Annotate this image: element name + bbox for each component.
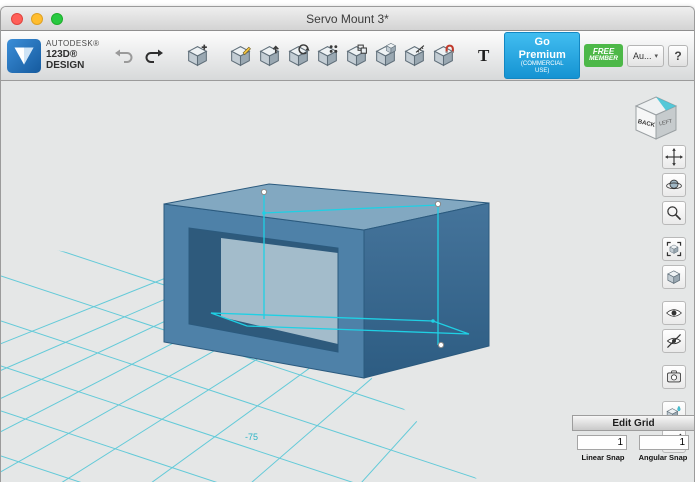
page-margin xyxy=(0,482,695,494)
text-tool-icon: T xyxy=(477,45,490,65)
move-tool-button[interactable] xyxy=(662,145,686,169)
screenshot-icon xyxy=(667,370,681,383)
home-view-icon xyxy=(667,270,681,284)
go-premium-sub: (COMMERCIAL USE) xyxy=(520,61,564,75)
edit-grid-title[interactable]: Edit Grid xyxy=(572,415,694,431)
viewport-3d[interactable]: -75 BACK LEFT Edit Grid 1 1 Linear Snap … xyxy=(1,81,694,482)
tool-grouping[interactable] xyxy=(343,42,370,69)
show-solids-button[interactable] xyxy=(662,301,686,325)
navigation-toolbar xyxy=(662,145,686,453)
help-button[interactable]: ? xyxy=(668,44,688,67)
orbit-icon xyxy=(666,179,682,190)
zoom-icon xyxy=(667,206,682,221)
screenshot-button[interactable] xyxy=(662,365,686,389)
linear-snap-input[interactable] xyxy=(577,435,627,450)
main-toolbar: AUTODESK® 123D® DESIGN T Go Premium (COM… xyxy=(1,31,694,81)
fit-view-icon xyxy=(666,241,682,257)
combine-icon xyxy=(376,43,396,66)
edit-grid-labels: Linear Snap Angular Snap xyxy=(572,450,694,462)
primitives-icon xyxy=(188,44,207,66)
account-label: Au... xyxy=(632,50,652,61)
orbit-tool-button[interactable] xyxy=(662,173,686,197)
account-dropdown[interactable]: Au... ▾ xyxy=(626,44,664,67)
home-view-button[interactable] xyxy=(662,265,686,289)
sketch-icon xyxy=(231,46,251,66)
window-title: Servo Mount 3* xyxy=(306,12,389,26)
linear-snap-label: Linear Snap xyxy=(581,453,625,462)
desktop: Servo Mount 3* AUTODESK® 123D® DESIGN T … xyxy=(0,0,695,494)
app-logo-icon xyxy=(7,38,41,73)
chevron-down-icon: ▾ xyxy=(654,52,658,60)
brand-text: AUTODESK® 123D® DESIGN xyxy=(46,39,105,71)
tool-text[interactable]: T xyxy=(473,45,494,67)
redo-button[interactable] xyxy=(141,46,165,66)
tool-primitives[interactable] xyxy=(184,42,211,69)
angular-snap-input[interactable] xyxy=(639,435,689,450)
edit-grid-panel: Edit Grid Linear Snap Angular Snap xyxy=(572,415,694,462)
tool-combine[interactable] xyxy=(372,42,399,69)
app-brand[interactable]: AUTODESK® 123D® DESIGN xyxy=(7,38,105,73)
construct-icon xyxy=(260,45,279,66)
pattern-icon xyxy=(318,45,338,66)
modify-icon xyxy=(289,44,310,66)
tool-measure[interactable] xyxy=(401,42,428,69)
tool-pattern[interactable] xyxy=(314,42,341,69)
go-premium-button[interactable]: Go Premium (COMMERCIAL USE) xyxy=(504,31,581,80)
edit-grid-inputs xyxy=(572,431,694,450)
brand-line2: 123D® DESIGN xyxy=(46,48,85,71)
model-right-face[interactable] xyxy=(363,202,490,379)
grouping-icon xyxy=(347,44,367,66)
free-member-line2: MEMBER xyxy=(589,55,618,63)
free-member-badge[interactable]: FREE MEMBER xyxy=(584,43,623,68)
help-label: ? xyxy=(674,48,682,63)
hide-all-icon xyxy=(666,334,682,348)
angular-snap-label: Angular Snap xyxy=(638,453,688,462)
tool-construct[interactable] xyxy=(256,42,283,69)
app-window: Servo Mount 3* AUTODESK® 123D® DESIGN T … xyxy=(0,6,695,482)
titlebar[interactable]: Servo Mount 3* xyxy=(1,7,694,31)
measure-icon xyxy=(405,45,425,66)
fit-view-button[interactable] xyxy=(662,237,686,261)
view-cube[interactable]: BACK LEFT xyxy=(630,93,682,145)
tool-snap[interactable] xyxy=(430,42,457,69)
zoom-tool-button[interactable] xyxy=(662,201,686,225)
show-solids-icon xyxy=(666,309,682,317)
brand-line1: AUTODESK® xyxy=(46,39,100,49)
tool-sketch[interactable] xyxy=(227,42,254,69)
undo-button[interactable] xyxy=(113,46,137,66)
hide-all-button[interactable] xyxy=(662,329,686,353)
tool-group: T xyxy=(184,42,494,69)
go-premium-label: Go Premium xyxy=(518,35,566,61)
move-icon xyxy=(665,148,683,166)
undo-icon xyxy=(115,49,133,63)
tool-modify[interactable] xyxy=(285,42,312,69)
redo-icon xyxy=(145,49,164,63)
snap-icon xyxy=(434,44,454,66)
